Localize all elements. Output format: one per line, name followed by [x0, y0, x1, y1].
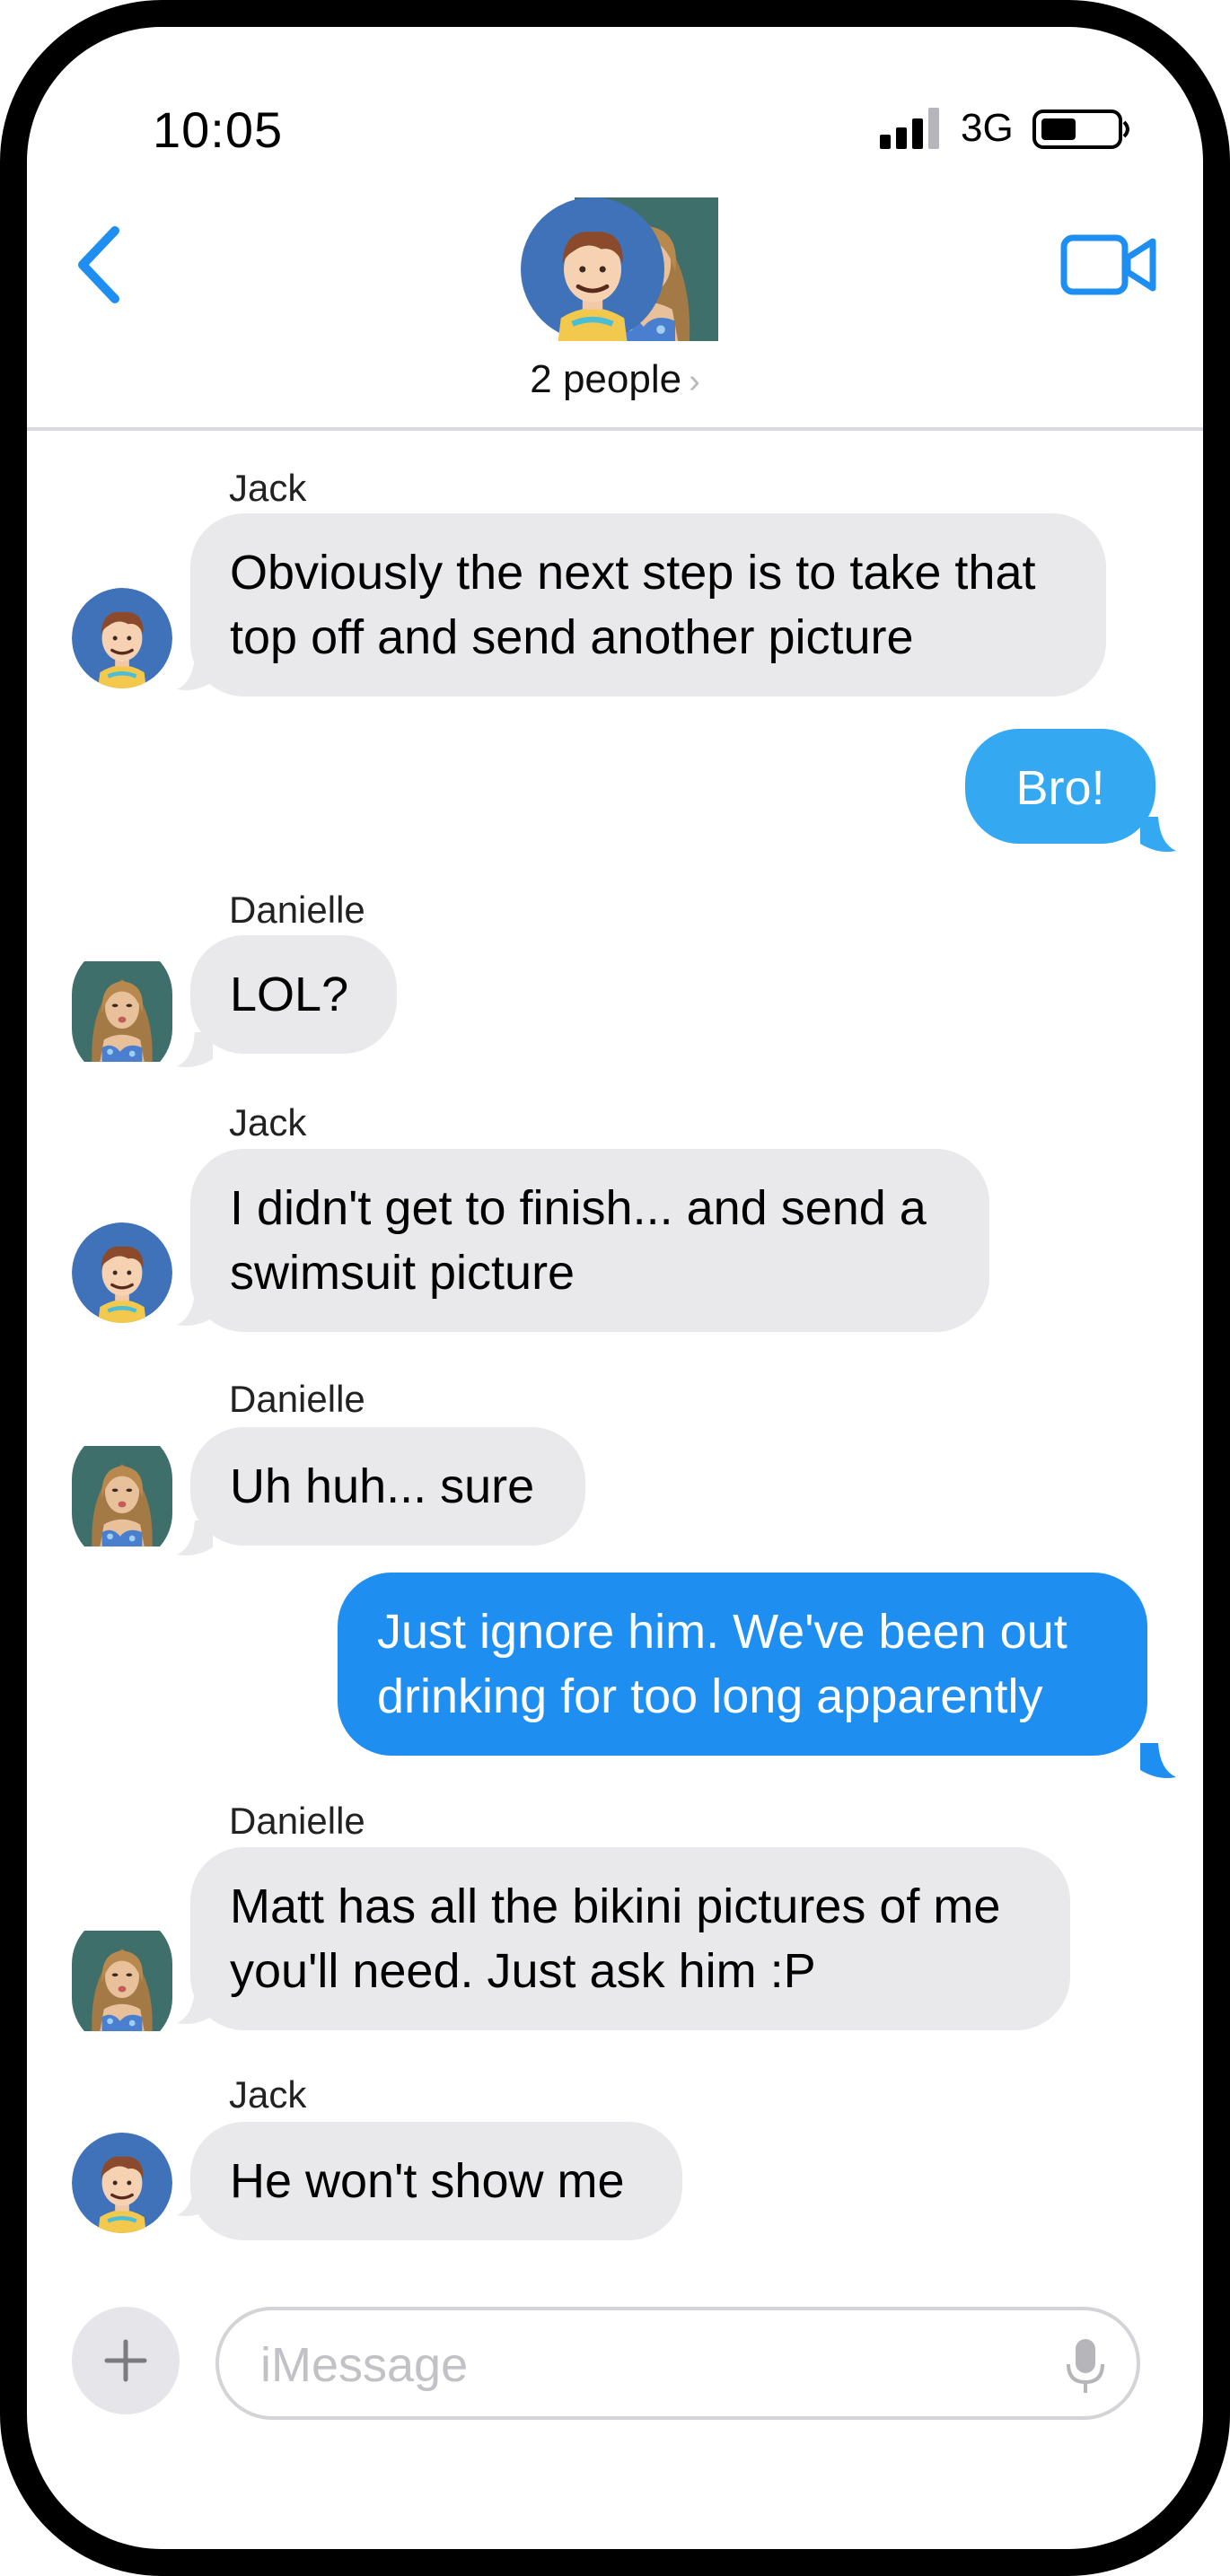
microphone-icon[interactable]	[1063, 2337, 1108, 2395]
message-bubble-incoming[interactable]: I didn't get to finish... and send a swi…	[190, 1149, 989, 1332]
screen: 10:05 3G 2 people › Jack Obviously the n…	[27, 27, 1203, 2549]
status-time: 10:05	[153, 101, 284, 158]
battery-icon	[1032, 110, 1129, 149]
danielle-avatar	[72, 944, 172, 1079]
message-bubble-incoming[interactable]: Obviously the next step is to take that …	[190, 513, 1106, 697]
video-camera-icon[interactable]	[1059, 229, 1158, 301]
danielle-avatar	[72, 1914, 172, 2048]
sender-name: Jack	[229, 1101, 307, 1143]
jack-avatar	[72, 1222, 172, 1323]
add-attachment-button[interactable]	[72, 2307, 180, 2414]
signal-icon	[880, 108, 939, 149]
network-type: 3G	[961, 106, 1014, 150]
bubble-tail	[1140, 1743, 1176, 1779]
jack-avatar	[521, 197, 664, 341]
plus-icon	[104, 2339, 147, 2382]
group-participants[interactable]: 2 people ›	[27, 357, 1203, 402]
sender-name: Danielle	[229, 1378, 365, 1420]
sender-name: Jack	[229, 467, 307, 509]
message-bubble-incoming[interactable]: Uh huh... sure	[190, 1427, 585, 1546]
sender-name: Jack	[229, 2073, 307, 2116]
message-bubble-outgoing[interactable]: Just ignore him. We've been out drinking…	[338, 1573, 1147, 1756]
bubble-tail	[1140, 817, 1176, 853]
message-input[interactable]	[259, 2330, 1034, 2400]
message-bubble-incoming[interactable]: LOL?	[190, 935, 397, 1054]
sender-name: Danielle	[229, 889, 365, 931]
message-bubble-incoming[interactable]: He won't show me	[190, 2122, 682, 2240]
jack-avatar	[72, 588, 172, 688]
back-chevron-icon[interactable]	[63, 220, 135, 310]
message-bubble-incoming[interactable]: Matt has all the bikini pictures of me y…	[190, 1847, 1070, 2030]
jack-avatar	[72, 2133, 172, 2233]
header-divider	[27, 427, 1203, 431]
sender-name: Danielle	[229, 1800, 365, 1842]
danielle-avatar	[72, 1429, 172, 1564]
group-label-text: 2 people	[530, 357, 682, 401]
group-avatar-stack[interactable]	[521, 197, 718, 350]
message-bubble-outgoing[interactable]: Bro!	[965, 729, 1155, 844]
chevron-right-icon: ›	[689, 363, 700, 400]
phone-frame: 10:05 3G 2 people › Jack Obviously the n…	[0, 0, 1230, 2576]
message-input-container[interactable]	[215, 2307, 1140, 2420]
